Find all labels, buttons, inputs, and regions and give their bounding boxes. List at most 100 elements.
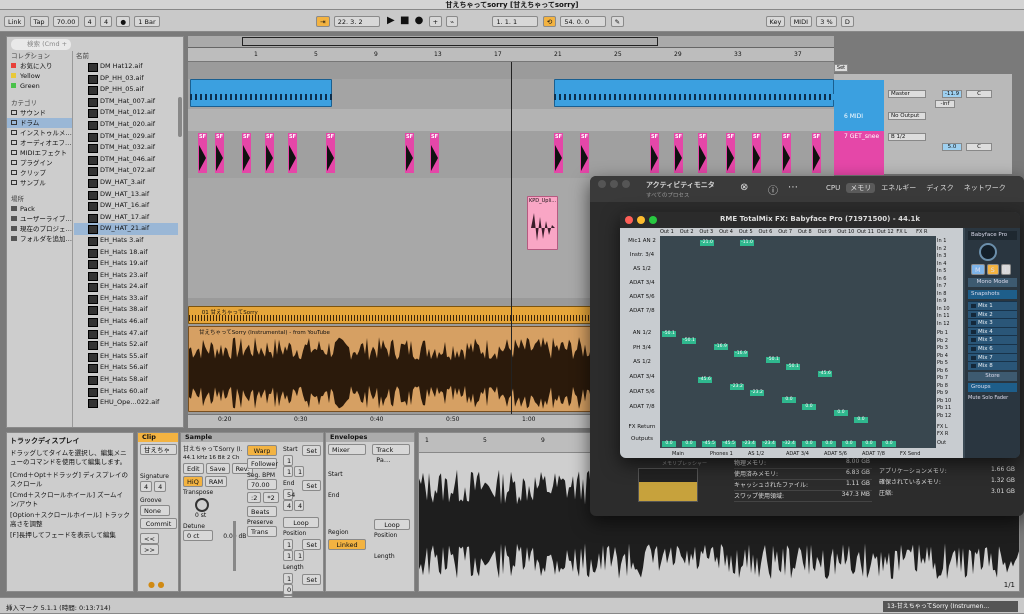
file-item[interactable]: EH_Hats 23.aif [74, 270, 178, 282]
preserve-select[interactable]: Trans [247, 526, 277, 537]
sf-clip[interactable]: SF [288, 133, 297, 173]
play-icon[interactable]: ▶ [387, 15, 395, 26]
playback-gain-cell[interactable]: -50.1 [662, 331, 676, 337]
kpd-clip[interactable]: KPD_Upli… [527, 196, 558, 250]
position-set-button[interactable]: Set [302, 539, 321, 550]
key-map-button[interactable]: Key [765, 15, 786, 27]
start-vals-field[interactable]: 1 [294, 466, 304, 477]
minimize-icon[interactable] [610, 180, 618, 188]
file-item[interactable]: DTM_Hat_007.aif [74, 96, 178, 108]
file-item[interactable]: EH_Hats 38.aif [74, 304, 178, 316]
collection-item[interactable]: Yellow [7, 71, 72, 81]
category-item[interactable]: MIDIエフェクト [7, 148, 72, 158]
playback-gain-cell[interactable]: -50.1 [682, 337, 696, 344]
more-icon[interactable]: ⋯ [788, 182, 798, 193]
next-clip-button[interactable]: >> [140, 544, 159, 555]
output-gain-cell[interactable]: -45.5 [702, 441, 716, 447]
edit-button[interactable]: Edit [183, 463, 204, 474]
place-item[interactable]: ユーザーライブ… [7, 214, 72, 224]
sf-clip[interactable]: SF [674, 133, 683, 173]
matrix[interactable]: Out 1 Out 2 Out 3 Out 4 Out 5 Out 6 Out 7 Out 8… [620, 228, 963, 458]
env-device-select[interactable]: Mixer [328, 444, 366, 455]
sf-clip[interactable]: SF [265, 133, 274, 173]
env-loop-button[interactable]: Loop [374, 519, 410, 530]
snapshot-mix[interactable]: Mix 4 [968, 326, 1017, 336]
start-vals-field[interactable]: 1 [283, 466, 293, 477]
ram-button[interactable]: RAM [204, 476, 228, 487]
playback-gain-cell[interactable]: 0.0 [854, 416, 868, 423]
playback-gain-cell[interactable]: 0.0 [834, 410, 848, 417]
sf-clip[interactable]: SF [198, 133, 207, 173]
snapshot-mix[interactable]: Mix 7 [968, 352, 1017, 362]
master-volume[interactable]: -11.9 [942, 90, 962, 98]
output-gain-cell[interactable]: -23.4 [762, 441, 776, 447]
metronome-button[interactable]: ● [116, 15, 131, 27]
collection-item[interactable]: Green [7, 81, 72, 91]
sf-clip[interactable]: SF [812, 133, 821, 173]
name-column-header[interactable]: 名前 [74, 51, 178, 61]
end-set-button[interactable]: Set [302, 480, 321, 491]
snapshot-mix[interactable]: Mix 5 [968, 335, 1017, 344]
master-pan[interactable]: C [966, 90, 992, 98]
playback-gain-cell[interactable]: -45.6 [818, 370, 832, 377]
transpose-knob[interactable] [195, 498, 209, 512]
sf-clip[interactable]: SF [215, 133, 224, 173]
file-item[interactable]: EH_Hats 58.aif [74, 374, 178, 386]
fader-label[interactable]: Fader [994, 395, 1008, 401]
place-item[interactable]: Pack [7, 204, 72, 214]
gain-slider[interactable] [233, 521, 236, 571]
track-master-output[interactable]: Master [888, 90, 926, 98]
output-gain-cell[interactable]: -32.4 [782, 441, 796, 447]
file-item[interactable]: DTM_Hat_032.aif [74, 142, 178, 154]
seg-bpm-field[interactable]: 70.00 [247, 479, 277, 490]
store-button[interactable]: Store [968, 371, 1017, 381]
file-item[interactable]: EH_Hats 47.aif [74, 328, 178, 340]
s-button[interactable]: S [986, 264, 999, 275]
tap-button[interactable]: Tap [29, 15, 49, 27]
follower-button[interactable]: Follower [247, 458, 278, 469]
sig-num[interactable]: 4 [140, 481, 153, 492]
snapshot-mix[interactable]: Mix 1 [968, 301, 1017, 310]
mute-label[interactable]: Mute [968, 395, 981, 401]
half-tempo-button[interactable]: :2 [247, 492, 262, 503]
search-input[interactable]: 検索 (Cmd + F) [11, 39, 71, 59]
snapshots-header[interactable]: Snapshots [968, 290, 1017, 299]
output-gain-cell[interactable]: -45.5 [722, 441, 736, 447]
collection-item[interactable]: お気に入り [7, 61, 72, 71]
category-item[interactable]: サウンド [7, 108, 72, 118]
track-6-header[interactable]: 6 MIDI [834, 111, 884, 131]
quantize-menu[interactable]: 1 Bar [134, 15, 160, 27]
groups-header[interactable]: Groups [968, 382, 1017, 392]
groove-select[interactable]: None [140, 505, 170, 516]
end-vals-field[interactable]: 4 [283, 500, 293, 511]
file-item[interactable]: EH_Hats 56.aif [74, 362, 178, 374]
sf-clip[interactable]: SF [554, 133, 563, 173]
clip-name[interactable]: 甘えちゃってS… [140, 444, 177, 455]
input-gain-cell[interactable]: -11.0 [740, 240, 754, 246]
place-item[interactable]: 現在のプロジェ… [7, 224, 72, 234]
file-item[interactable]: DTM_Hat_046.aif [74, 154, 178, 166]
snapshot-mix[interactable]: Mix 8 [968, 361, 1017, 370]
hiq-button[interactable]: HiQ [183, 476, 203, 487]
track-7-volume[interactable]: 5.0 [942, 143, 962, 151]
start-set-button[interactable]: Set [302, 445, 321, 456]
file-item[interactable]: DW_HAT_21.aif [74, 223, 178, 235]
sig-num-field[interactable]: 4 [83, 15, 96, 27]
tm-minimize-icon[interactable] [637, 216, 645, 224]
track-6-output[interactable]: No Output [888, 112, 926, 120]
len-vals-field[interactable]: 0 [283, 584, 293, 595]
sf-clip[interactable]: SF [650, 133, 659, 173]
category-item[interactable]: オーディオエフ… [7, 138, 72, 148]
zoom-icon[interactable] [622, 180, 630, 188]
loop-button[interactable]: ⟲ [542, 15, 557, 27]
file-item[interactable]: EH_Hats 46.aif [74, 316, 178, 328]
solo-label[interactable]: Solo [982, 395, 993, 401]
snapshot-mix[interactable]: Mix 2 [968, 309, 1017, 319]
file-item[interactable]: EH_Hats 24.aif [74, 281, 178, 293]
commit-button[interactable]: Commit [140, 518, 177, 529]
length-set-button[interactable]: Set [302, 574, 321, 585]
playback-gain-cell[interactable]: -16.9 [734, 350, 748, 357]
output-gain-cell[interactable]: 0.0 [682, 441, 696, 447]
file-item[interactable]: DP_HH_05.aif [74, 84, 178, 96]
category-item[interactable]: クリップ [7, 168, 72, 178]
